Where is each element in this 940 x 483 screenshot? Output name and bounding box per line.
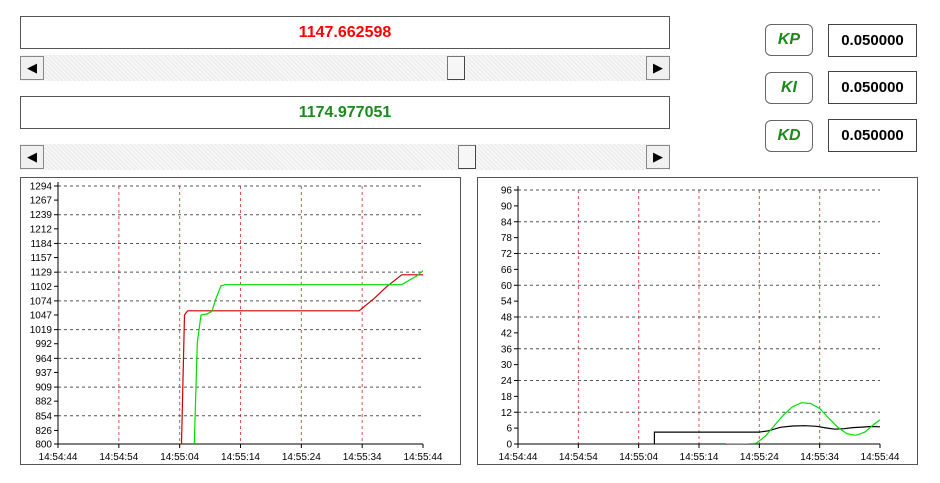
y-tick-label: 72 (501, 249, 513, 260)
y-tick-label: 12 (501, 408, 513, 419)
y-tick-label: 964 (35, 354, 52, 365)
triangle-right-icon: ▶ (653, 60, 663, 75)
output-chart-svg: 0 6 12 18 24 30 36 42 48 54 60 66 72 78 84 90 96 14:54:44… (499, 186, 900, 464)
x-tick-label: 14:55:14 (221, 452, 260, 463)
x-tick-label: 14:55:24 (740, 452, 779, 463)
x-tick-label: 14:55:24 (282, 452, 321, 463)
kd-label: KD (777, 127, 801, 144)
y-tick-label: 1102 (30, 282, 52, 293)
kp-label: KP (777, 31, 801, 48)
x-tick-label: 14:55:04 (619, 452, 658, 463)
series-line (726, 402, 880, 444)
x-tick-label: 14:54:44 (499, 452, 538, 463)
x-tick-label: 14:55:44 (404, 452, 443, 463)
x-tick-label: 14:55:34 (800, 452, 839, 463)
y-tick-label: 90 (501, 201, 513, 212)
y-tick-label: 6 (506, 424, 512, 435)
y-tick-label: 0 (506, 440, 512, 451)
kd-button[interactable]: KD (765, 120, 813, 152)
setpoint-display: 1147.662598 (20, 16, 670, 49)
ki-value: 0.050000 (841, 79, 904, 96)
kd-value: 0.050000 (841, 127, 904, 144)
y-tick-label: 826 (35, 426, 52, 437)
process-value-display: 1174.977051 (20, 96, 670, 129)
x-tick-label: 14:55:34 (343, 452, 382, 463)
y-tick-label: 66 (501, 265, 513, 276)
y-tick-label: 1267 (30, 196, 53, 207)
y-tick-label: 1239 (30, 210, 53, 221)
triangle-left-icon: ◀ (27, 60, 37, 75)
triangle-right-icon: ▶ (653, 149, 663, 164)
y-tick-label: 54 (501, 297, 513, 308)
process-value-slider-left-button[interactable]: ◀ (20, 145, 44, 169)
process-value-slider[interactable]: ◀ ▶ (20, 144, 670, 170)
temperature-chart-svg: 800 826 854 882 909 937 964 992 1019 1047 1074 1102… (30, 182, 443, 464)
process-value: 1174.977051 (298, 103, 392, 121)
y-tick-label: 937 (35, 368, 52, 379)
x-tick-label: 14:55:14 (680, 452, 719, 463)
y-tick-label: 60 (501, 281, 513, 292)
ki-label: KI (781, 79, 797, 96)
y-tick-label: 1212 (30, 224, 53, 235)
y-tick-label: 24 (501, 376, 513, 387)
y-tick-label: 96 (501, 186, 513, 197)
x-tick-label: 14:55:04 (160, 452, 199, 463)
y-tick-label: 800 (35, 440, 52, 451)
x-tick-label: 14:54:54 (99, 452, 138, 463)
y-tick-label: 909 (35, 383, 52, 394)
process-value-slider-thumb[interactable] (458, 145, 477, 169)
y-tick-label: 18 (501, 392, 513, 403)
setpoint-slider-track[interactable] (45, 55, 645, 81)
x-tick-label: 14:54:44 (39, 452, 78, 463)
y-tick-label: 30 (501, 360, 513, 371)
y-tick-label: 1047 (30, 311, 53, 322)
ki-button[interactable]: KI (765, 72, 813, 104)
x-tick-label: 14:54:54 (559, 452, 598, 463)
y-tick-label: 1157 (30, 253, 52, 264)
y-tick-label: 48 (501, 313, 513, 324)
y-tick-label: 78 (501, 233, 513, 244)
kp-value: 0.050000 (841, 32, 904, 49)
kp-button[interactable]: KP (765, 24, 813, 56)
kp-value-field[interactable]: 0.050000 (828, 24, 917, 57)
temperature-chart: 800 826 854 882 909 937 964 992 1019 1047 1074 1102… (20, 177, 461, 465)
setpoint-slider-left-button[interactable]: ◀ (20, 56, 44, 80)
setpoint-slider[interactable]: ◀ ▶ (20, 55, 670, 81)
process-value-slider-track[interactable] (45, 144, 645, 170)
y-tick-label: 1019 (30, 325, 53, 336)
setpoint-slider-right-button[interactable]: ▶ (646, 56, 670, 80)
triangle-left-icon: ◀ (27, 149, 37, 164)
kd-value-field[interactable]: 0.050000 (828, 119, 917, 152)
y-tick-label: 854 (35, 411, 52, 422)
output-chart: 0 6 12 18 24 30 36 42 48 54 60 66 72 78 84 90 96 14:54:44… (477, 177, 918, 465)
y-tick-label: 1129 (30, 268, 52, 279)
y-tick-label: 36 (501, 344, 513, 355)
setpoint-slider-thumb[interactable] (446, 56, 465, 80)
process-value-slider-right-button[interactable]: ▶ (646, 145, 670, 169)
y-tick-label: 1074 (30, 296, 53, 307)
y-tick-label: 882 (35, 397, 52, 408)
ki-value-field[interactable]: 0.050000 (828, 71, 917, 104)
setpoint-value: 1147.662598 (298, 23, 392, 41)
y-tick-label: 992 (35, 339, 52, 350)
y-tick-label: 1184 (30, 239, 52, 250)
y-tick-label: 1294 (30, 182, 53, 193)
x-tick-label: 14:55:44 (861, 452, 900, 463)
y-tick-label: 84 (501, 217, 513, 228)
series-line (180, 274, 423, 444)
y-tick-label: 42 (501, 328, 513, 339)
